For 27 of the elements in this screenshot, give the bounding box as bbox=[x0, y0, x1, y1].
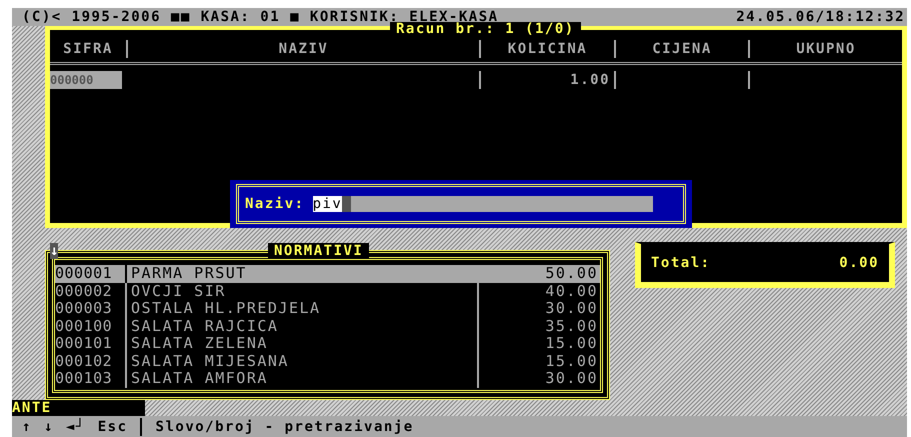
total-value: 0.00 bbox=[839, 255, 879, 271]
list-row[interactable]: 000101 SALATA ZELENA 15.00 bbox=[55, 335, 600, 352]
key-hint: ↑ bbox=[22, 418, 32, 436]
list-row[interactable]: 000001 PARMA PRSUT 50.00 bbox=[55, 265, 600, 282]
key-hint: ◄┘ bbox=[66, 418, 86, 436]
field-label: Naziv: bbox=[245, 196, 305, 212]
key-hint: ↓ bbox=[44, 418, 54, 436]
quantity-cell: 1.00 bbox=[481, 71, 616, 89]
date-time: 24.05.06/18:12:32 bbox=[736, 8, 905, 26]
user-name: ANTE bbox=[12, 400, 145, 416]
search-field[interactable]: piv bbox=[312, 196, 653, 212]
panel-title: NORMATIVI bbox=[268, 243, 370, 259]
column-header: NAZIV bbox=[128, 40, 481, 58]
column-header: SIFRA bbox=[50, 40, 128, 58]
list-row[interactable]: 000103 SALATA AMFORA 30.00 bbox=[55, 370, 600, 388]
column-header: UKUPNO bbox=[795, 40, 857, 58]
list-row[interactable]: 000102 SALATA MIJESANA 15.00 bbox=[55, 352, 600, 370]
scroll-indicator: ↓ bbox=[50, 243, 58, 259]
list-row[interactable]: 000002 OVCJI SIR 40.00 bbox=[55, 282, 600, 300]
list-row[interactable]: 000003 OSTALA HL.PREDJELA 30.00 bbox=[55, 300, 600, 318]
column-header: CIJENA bbox=[616, 40, 750, 58]
column-header: KOLICINA bbox=[481, 40, 616, 58]
key-hint: Esc bbox=[98, 418, 128, 436]
hint-text: Slovo/broj - pretrazivanje bbox=[154, 418, 414, 434]
total-label: Total: bbox=[651, 255, 711, 271]
list-row[interactable]: 000100 SALATA RAJCICA 35.00 bbox=[55, 318, 600, 335]
receipt-title: Racun br.: 1 (1/0) bbox=[390, 22, 581, 36]
